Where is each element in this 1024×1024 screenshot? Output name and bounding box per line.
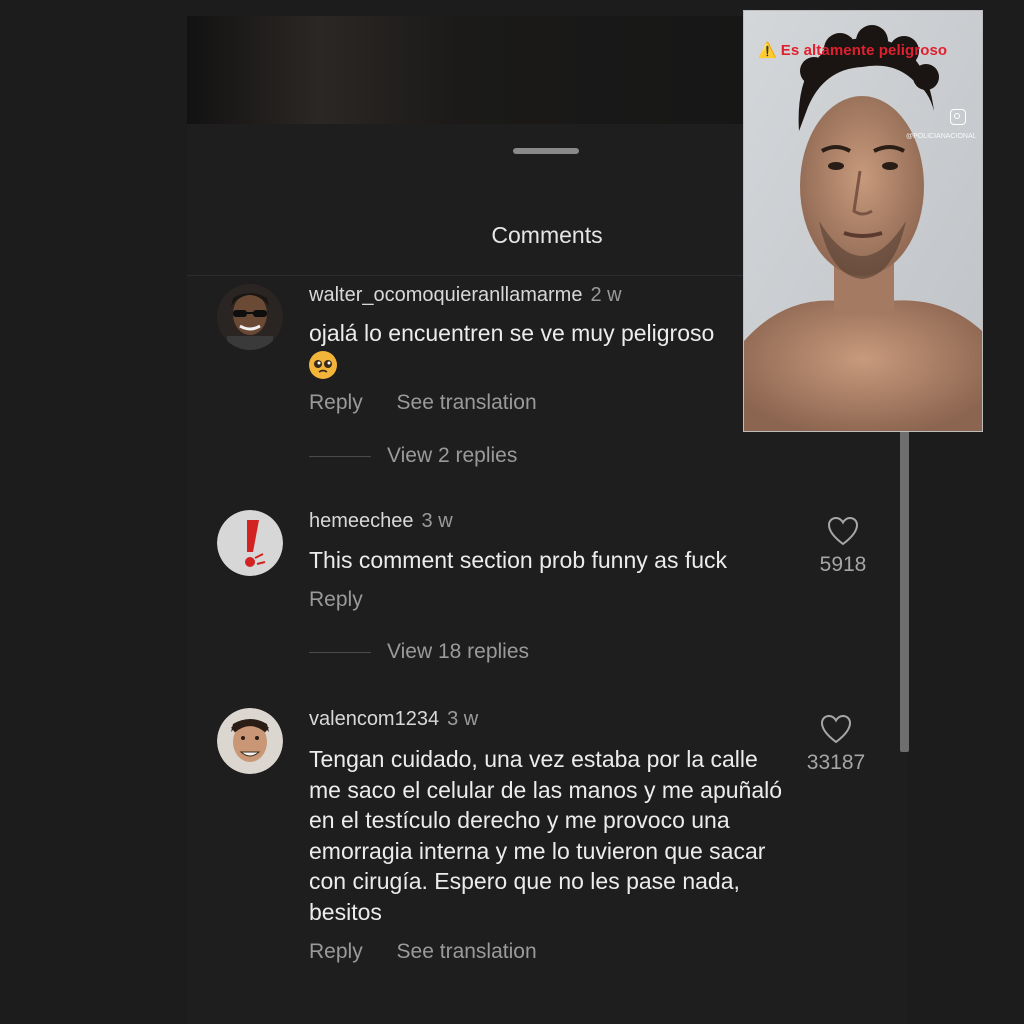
inset-caption: ⚠️ Es altamente peligroso xyxy=(758,41,947,59)
comment-text: Tengan cuidado, una vez estaba por la ca… xyxy=(309,746,783,925)
view-replies-label: View 18 replies xyxy=(387,640,530,663)
comment-actions: Reply See translation xyxy=(309,940,565,964)
inset-handle: @POLICIANACIONAL xyxy=(906,133,977,140)
overlay-photo: ⚠️ Es altamente peligroso @POLICIANACIONA… xyxy=(743,10,983,432)
replies-divider xyxy=(309,455,371,457)
comment-time: 3 w xyxy=(447,708,479,730)
like-button[interactable]: 5918 xyxy=(803,516,883,577)
view-replies-label: View 2 replies xyxy=(387,444,518,467)
comment-text: ojalá lo encuentren se ve muy peligroso xyxy=(309,318,759,380)
sheet-drag-handle[interactable] xyxy=(513,148,579,154)
warning-icon: ⚠️ xyxy=(758,42,777,59)
video-preview xyxy=(187,16,787,124)
comment-meta: hemeechee 3 w xyxy=(309,510,453,533)
comment-time: 2 w xyxy=(590,284,622,306)
comment-username[interactable]: walter_ocomoquieranllamarme xyxy=(309,284,582,306)
reply-button[interactable]: Reply xyxy=(309,391,363,415)
view-replies-button[interactable]: View 2 replies xyxy=(309,444,517,468)
like-button[interactable]: 33187 xyxy=(796,714,876,775)
replies-divider xyxy=(309,651,371,653)
like-count: 33187 xyxy=(806,751,866,774)
comment-username[interactable]: valencom1234 xyxy=(309,708,439,730)
instagram-icon xyxy=(950,109,966,125)
heart-icon xyxy=(820,714,852,744)
comment-meta: valencom1234 3 w xyxy=(309,708,478,731)
heart-icon xyxy=(827,516,859,546)
like-count: 5918 xyxy=(819,553,867,576)
scrollbar[interactable] xyxy=(900,414,909,752)
inset-caption-text: Es altamente peligroso xyxy=(780,42,948,59)
portrait-image xyxy=(744,11,982,431)
reply-button[interactable]: Reply xyxy=(309,588,363,612)
see-translation-button[interactable]: See translation xyxy=(397,391,537,415)
see-translation-button[interactable]: See translation xyxy=(397,940,537,964)
comment-meta: walter_ocomoquieranllamarme 2 w xyxy=(309,284,622,307)
avatar-smiling-man-icon[interactable] xyxy=(217,708,283,774)
avatar-red-exclamation-icon[interactable] xyxy=(217,510,283,576)
comment-username[interactable]: hemeechee xyxy=(309,510,414,532)
reply-button[interactable]: Reply xyxy=(309,940,363,964)
comment-body: ojalá lo encuentren se ve muy peligroso xyxy=(309,320,715,346)
comment-time: 3 w xyxy=(421,510,453,532)
view-replies-button[interactable]: View 18 replies xyxy=(309,640,529,664)
comment-text: This comment section prob funny as fuck xyxy=(309,547,728,573)
comment-actions: Reply xyxy=(309,588,391,612)
pleading-face-emoji-icon xyxy=(309,351,337,380)
avatar-sunglasses-man-icon[interactable] xyxy=(217,284,283,350)
comment-actions: Reply See translation xyxy=(309,391,565,415)
